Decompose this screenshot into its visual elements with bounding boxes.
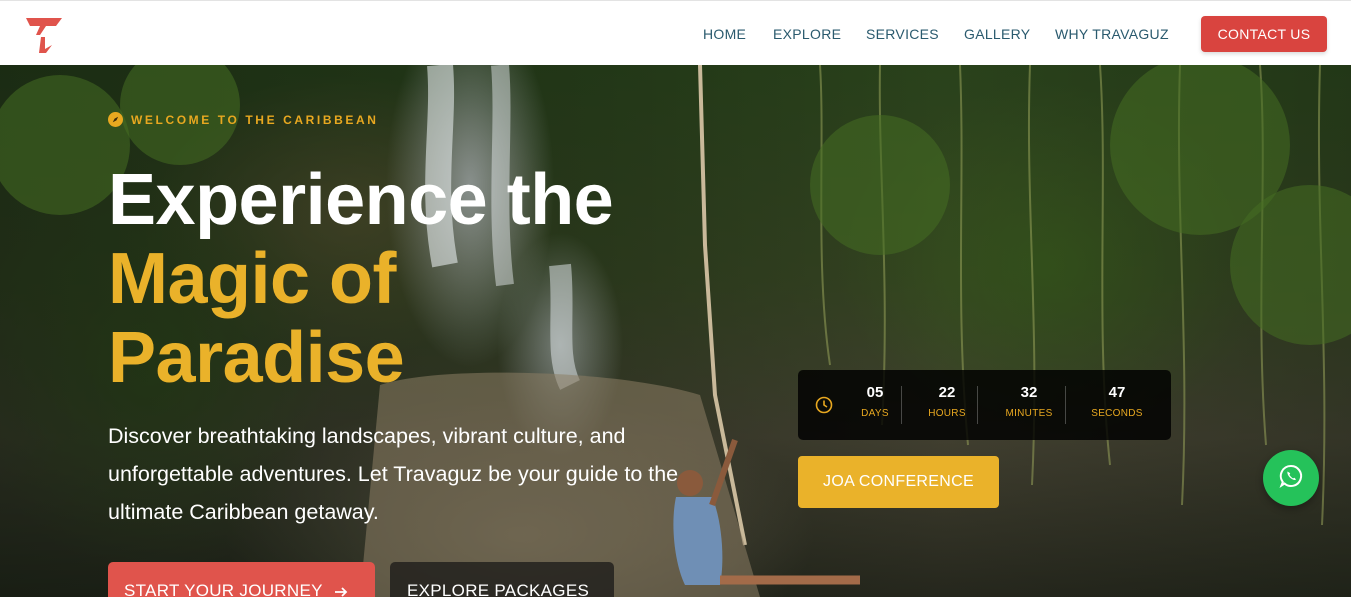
whatsapp-icon bbox=[1278, 463, 1304, 494]
countdown-days-value: 05 bbox=[866, 384, 884, 401]
explore-packages-button[interactable]: EXPLORE PACKAGES bbox=[390, 562, 614, 597]
arrow-right-icon bbox=[333, 581, 349, 597]
countdown-divider bbox=[901, 386, 902, 424]
countdown-seconds-label: SECONDS bbox=[1091, 408, 1143, 419]
countdown-seconds: 47 SECONDS bbox=[1077, 384, 1157, 419]
countdown-minutes: 32 MINUTES bbox=[989, 384, 1069, 419]
hero-section: WELCOME TO THE CARIBBEAN Experience the … bbox=[0, 65, 1351, 597]
start-journey-button[interactable]: START YOUR JOURNEY bbox=[108, 562, 375, 597]
hero-eyebrow: WELCOME TO THE CARIBBEAN bbox=[108, 112, 379, 127]
start-journey-label: START YOUR JOURNEY bbox=[124, 581, 323, 597]
hero-title: Experience the Magic of Paradise bbox=[108, 160, 614, 398]
countdown-seconds-value: 47 bbox=[1108, 384, 1126, 401]
countdown-days-label: DAYS bbox=[861, 408, 889, 419]
eyebrow-text: WELCOME TO THE CARIBBEAN bbox=[131, 112, 379, 127]
nav-why-travaguz[interactable]: WHY TRAVAGUZ bbox=[1055, 26, 1169, 42]
clock-icon bbox=[815, 396, 833, 414]
joa-conference-button[interactable]: JOA CONFERENCE bbox=[798, 456, 999, 508]
countdown-divider bbox=[977, 386, 978, 424]
hero-title-line-2: Magic of bbox=[108, 239, 397, 319]
site-header: HOME EXPLORE SERVICES GALLERY WHY TRAVAG… bbox=[0, 0, 1351, 65]
countdown-days: 05 DAYS bbox=[835, 384, 915, 419]
travaguz-logo[interactable] bbox=[24, 15, 64, 55]
countdown-minutes-value: 32 bbox=[1020, 384, 1038, 401]
countdown-divider bbox=[1065, 386, 1066, 424]
nav-home[interactable]: HOME bbox=[703, 26, 746, 42]
hero-title-line-3: Paradise bbox=[108, 318, 405, 398]
countdown-hours-value: 22 bbox=[938, 384, 956, 401]
nav-services[interactable]: SERVICES bbox=[866, 26, 939, 42]
countdown-hours-label: HOURS bbox=[928, 408, 966, 419]
nav-gallery[interactable]: GALLERY bbox=[964, 26, 1030, 42]
countdown-timer: 05 DAYS 22 HOURS 32 MINUTES 47 SECONDS bbox=[798, 370, 1171, 440]
whatsapp-chat-button[interactable] bbox=[1263, 450, 1319, 506]
nav-explore[interactable]: EXPLORE bbox=[773, 26, 841, 42]
compass-icon bbox=[108, 112, 123, 127]
hero-title-line-1: Experience the bbox=[108, 160, 614, 240]
contact-us-button[interactable]: CONTACT US bbox=[1201, 16, 1327, 52]
countdown-hours: 22 HOURS bbox=[907, 384, 987, 419]
hero-description: Discover breathtaking landscapes, vibran… bbox=[108, 424, 679, 524]
countdown-minutes-label: MINUTES bbox=[1005, 408, 1053, 419]
